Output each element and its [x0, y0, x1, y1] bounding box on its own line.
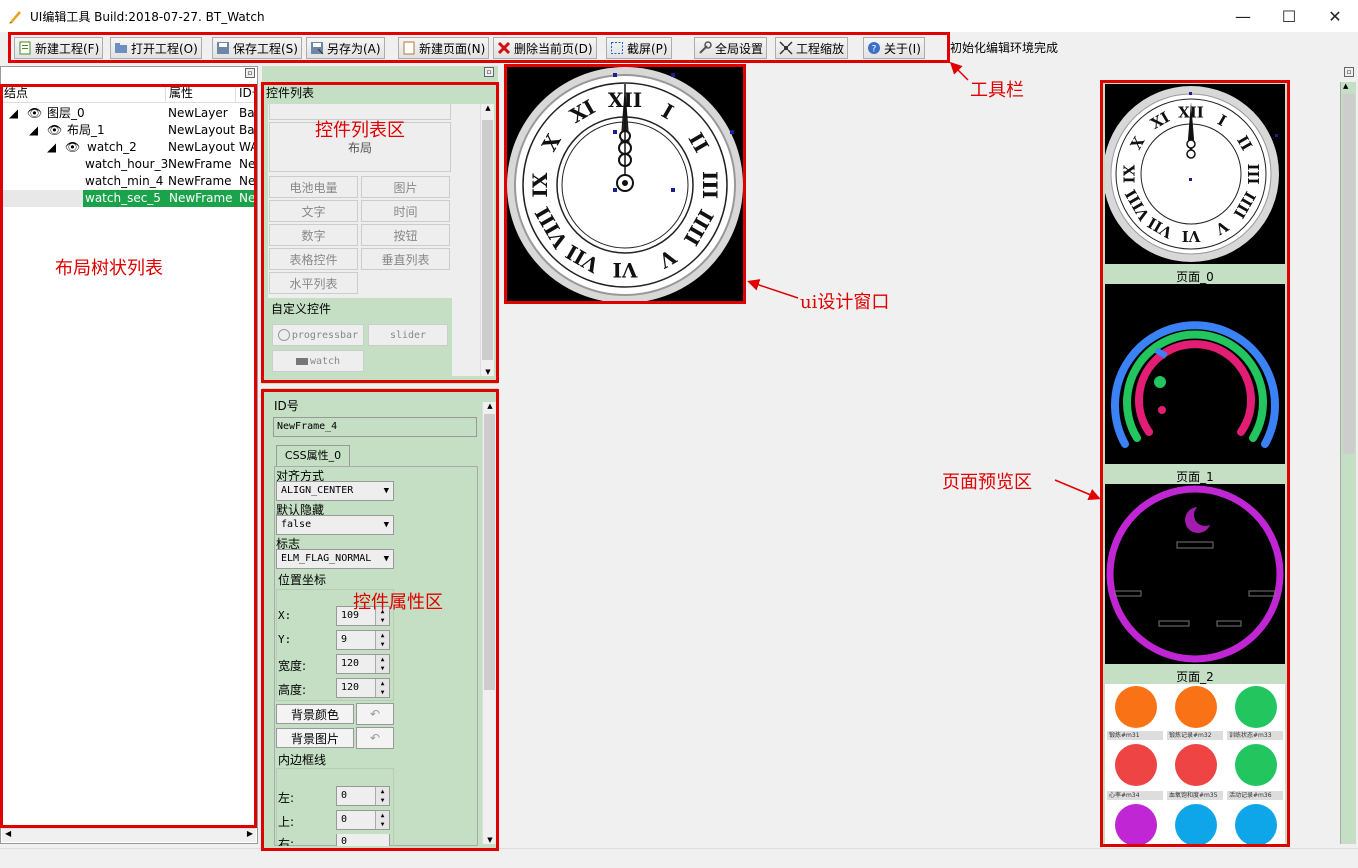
annotation-arrows — [747, 61, 1101, 501]
